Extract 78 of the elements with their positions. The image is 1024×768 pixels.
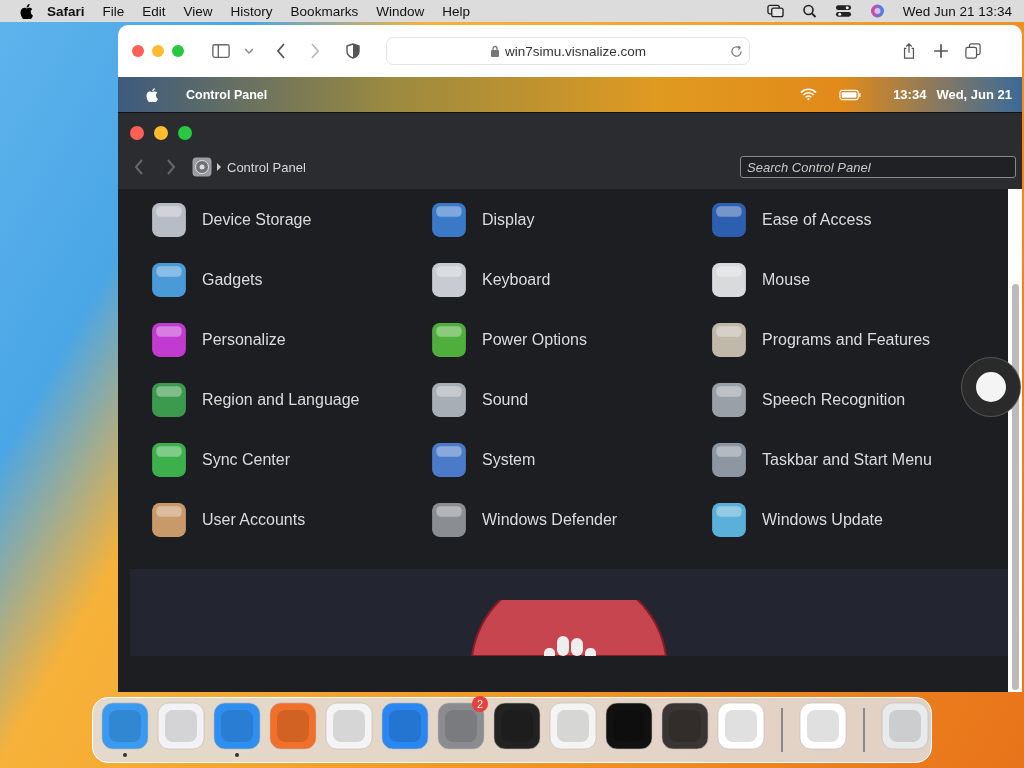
menu-bar-clock[interactable]: Wed Jun 21 13:34 <box>902 3 1012 19</box>
close-button[interactable] <box>130 126 144 140</box>
tile-icon[interactable] <box>710 380 748 419</box>
active-app-title: Control Panel <box>186 87 268 102</box>
tile-icon[interactable] <box>430 200 468 239</box>
notification-badge: 2 <box>472 696 488 712</box>
menu-item[interactable]: View <box>183 3 213 19</box>
tile-icon[interactable] <box>150 200 188 239</box>
item-link[interactable]: Programs and Features <box>762 330 931 349</box>
sidebar-icon[interactable] <box>212 43 230 59</box>
time-text: 13:34 <box>893 87 927 102</box>
tile-icon[interactable] <box>150 320 188 359</box>
item-link[interactable]: Windows Defender <box>482 510 618 529</box>
tile-icon[interactable] <box>430 380 468 419</box>
tabs-icon[interactable] <box>964 43 982 59</box>
windows-icon[interactable] <box>766 4 784 18</box>
address-field[interactable]: win7simu.visnalize.com <box>386 37 750 65</box>
item-link[interactable]: Taskbar and Start Menu <box>762 450 932 469</box>
tile-icon[interactable] <box>430 260 468 299</box>
item-link[interactable]: Sound <box>482 390 529 409</box>
item-link[interactable]: Region and Language <box>202 390 360 409</box>
toggles-icon[interactable] <box>834 4 852 18</box>
item-link[interactable]: Personalize <box>202 330 286 349</box>
menu-item[interactable]: Window <box>376 3 425 19</box>
app-icon[interactable] <box>661 702 709 750</box>
item-link[interactable]: User Accounts <box>202 510 306 529</box>
tile-icon[interactable] <box>430 500 468 539</box>
menu-item[interactable]: Bookmarks <box>290 3 359 19</box>
search-icon[interactable] <box>800 4 818 18</box>
tile-icon[interactable] <box>710 320 748 359</box>
app-icon[interactable] <box>493 702 541 750</box>
tile-icon[interactable] <box>430 440 468 479</box>
breadcrumb[interactable]: Control Panel <box>227 159 306 175</box>
item-link[interactable]: Sync Center <box>202 450 291 469</box>
tile-icon[interactable] <box>150 500 188 539</box>
date-text: Wed, Jun 21 <box>936 87 1012 102</box>
tile-icon[interactable] <box>150 380 188 419</box>
caret-icon <box>217 163 221 171</box>
item-link[interactable]: Ease of Access <box>762 210 872 229</box>
apple-logo-icon[interactable] <box>146 87 158 102</box>
minimize-button[interactable] <box>154 126 168 140</box>
close-button[interactable] <box>132 45 144 57</box>
back-icon[interactable] <box>276 43 286 59</box>
tile-icon[interactable] <box>710 260 748 299</box>
item-link[interactable]: Keyboard <box>482 270 551 289</box>
apple-logo-icon[interactable] <box>20 3 33 19</box>
scrollbar[interactable] <box>1008 189 1022 692</box>
menu-item[interactable]: File <box>102 3 125 19</box>
item-link[interactable]: Power Options <box>482 330 587 349</box>
wifi-icon[interactable] <box>800 88 818 101</box>
tile-icon[interactable] <box>430 320 468 359</box>
menu-item[interactable]: History <box>230 3 273 19</box>
control-panel-icon <box>192 157 212 177</box>
app-menu[interactable]: Safari <box>47 3 85 19</box>
tile-icon[interactable] <box>710 440 748 479</box>
menu-item[interactable]: Edit <box>142 3 166 19</box>
battery-icon[interactable] <box>839 88 862 101</box>
item-link[interactable]: System <box>482 450 536 469</box>
item-link[interactable]: Mouse <box>762 270 811 289</box>
item-link[interactable]: Speech Recognition <box>762 390 906 409</box>
item-link[interactable]: Device Storage <box>202 210 312 229</box>
tile-icon[interactable] <box>150 440 188 479</box>
reload-icon[interactable] <box>730 44 743 58</box>
item-link[interactable]: Windows Update <box>762 510 883 529</box>
shield-icon[interactable] <box>344 43 362 59</box>
lock-icon <box>489 45 500 57</box>
plus-icon[interactable] <box>932 43 950 59</box>
tile-icon[interactable] <box>710 200 748 239</box>
tile-icon[interactable] <box>150 260 188 299</box>
menu-item[interactable]: Help <box>442 3 470 19</box>
chevron-down-icon[interactable] <box>244 48 254 54</box>
item-link[interactable]: Display <box>482 210 535 229</box>
search-field[interactable]: Search Control Panel <box>740 156 1016 178</box>
item-link[interactable]: Gadgets <box>202 270 263 289</box>
app-icon[interactable] <box>605 702 653 750</box>
zoom-button[interactable] <box>178 126 192 140</box>
forward-icon[interactable] <box>166 159 176 175</box>
tile-icon[interactable] <box>710 500 748 539</box>
